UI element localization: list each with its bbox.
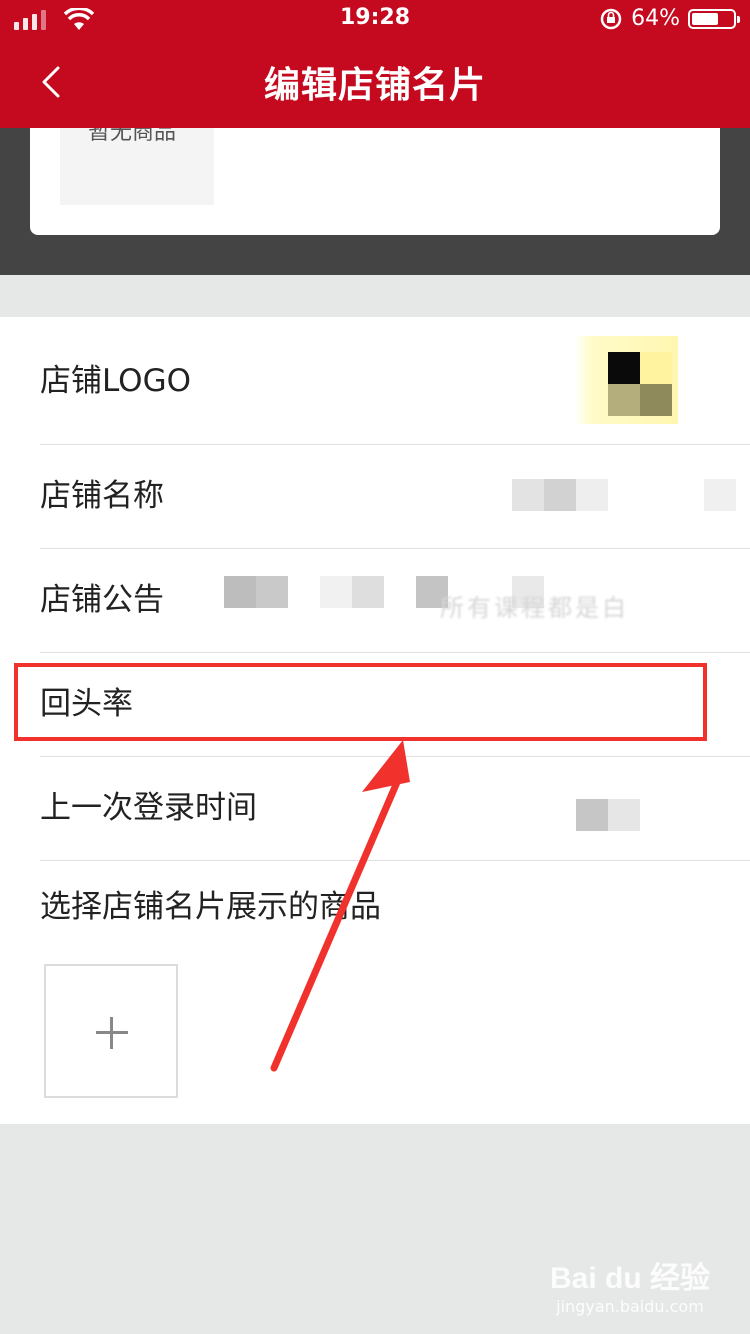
top-bar: 19:28 64% 编辑店铺名片 xyxy=(0,0,750,128)
page-title: 编辑店铺名片 xyxy=(263,65,486,106)
row-label: 上一次登录时间 xyxy=(40,790,257,826)
preview-thumb-text: 暂无商品 xyxy=(88,128,177,145)
row-label: 选择店铺名片展示的商品 xyxy=(40,889,381,925)
watermark-url: jingyan.baidu.com xyxy=(556,1297,704,1316)
annotation-highlight-box xyxy=(14,663,707,741)
row-label: 店铺公告 xyxy=(40,582,164,618)
preview-card: 暂无商品 xyxy=(30,128,720,235)
store-logo-image xyxy=(574,336,678,424)
row-last-login[interactable]: 上一次登录时间 xyxy=(40,756,750,861)
status-bar: 19:28 64% xyxy=(0,0,750,40)
watermark: Bai du 经验 jingyan.baidu.com xyxy=(550,1253,710,1316)
battery-icon xyxy=(688,8,740,29)
row-label: 店铺LOGO xyxy=(40,363,191,399)
row-label: 店铺名称 xyxy=(40,478,164,514)
add-goods-button[interactable] xyxy=(44,964,178,1098)
row-store-name[interactable]: 店铺名称 xyxy=(40,444,750,549)
notice-blurred-text: 所有课程都是白 xyxy=(440,594,629,622)
card-preview: 暂无商品 xyxy=(0,128,750,275)
row-store-notice[interactable]: 店铺公告 所有课程都是白 xyxy=(40,548,750,653)
watermark-logo: Bai du 经验 xyxy=(549,1262,710,1295)
rotation-lock-icon xyxy=(600,8,622,29)
preview-goods-placeholder: 暂无商品 xyxy=(60,128,214,205)
battery-percent: 64% xyxy=(631,6,680,31)
row-store-logo[interactable]: 店铺LOGO xyxy=(40,317,750,445)
